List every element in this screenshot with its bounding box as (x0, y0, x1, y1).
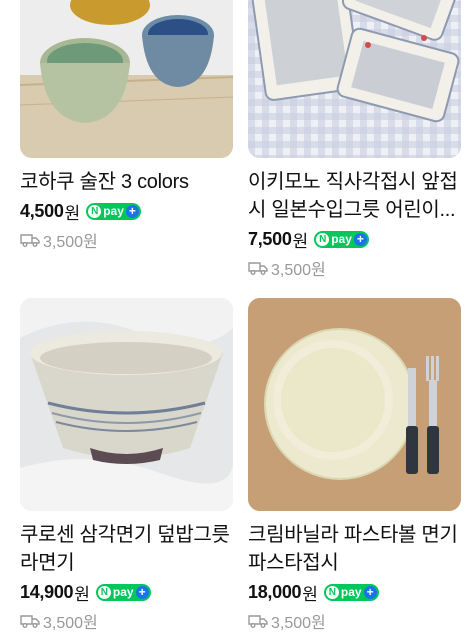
npay-badge: N pay + (95, 583, 151, 601)
naver-n-icon: N (325, 585, 339, 599)
shipping-fee: 3,500원 (248, 609, 461, 633)
shipping-fee: 3,500원 (20, 228, 233, 252)
product-image[interactable] (20, 298, 233, 511)
truck-icon (248, 262, 268, 275)
npay-badge: N pay + (86, 202, 141, 220)
product-price: 18,000 (248, 581, 302, 602)
product-card[interactable]: 쿠로센 삼각면기 덮밥그릇 라면기 14,900 원 N pay + 3,500… (20, 298, 233, 633)
product-title[interactable]: 쿠로센 삼각면기 덮밥그릇 라면기 (20, 521, 233, 577)
npay-label: pay (340, 585, 362, 599)
currency-label: 원 (292, 231, 309, 251)
currency-label: 원 (302, 584, 318, 604)
naver-n-icon: N (88, 204, 102, 218)
truck-icon (248, 615, 268, 628)
currency-label: 원 (74, 584, 90, 604)
product-title[interactable]: 코하쿠 술잔 3 colors (20, 168, 233, 196)
truck-icon (20, 615, 40, 628)
price-row: 18,000 원 N pay + (248, 579, 461, 605)
npay-label: pay (331, 232, 352, 246)
product-title[interactable]: 이키모노 직사각접시 앞접시 일본수입그릇 어린이... (248, 168, 461, 224)
product-price: 14,900 (20, 581, 74, 602)
naver-n-icon: N (97, 585, 111, 599)
npay-label: pay (112, 585, 134, 599)
shipping-amount: 3,500원 (271, 615, 326, 632)
plus-icon: + (125, 204, 139, 218)
product-card[interactable]: 코하쿠 술잔 3 colors 4,500 원 N pay + 3,500원 (20, 0, 233, 252)
product-image[interactable] (248, 0, 461, 158)
product-image[interactable] (20, 0, 233, 158)
price-row: 14,900 원 N pay + (20, 579, 233, 605)
truck-icon (20, 234, 40, 247)
product-grid: 코하쿠 술잔 3 colors 4,500 원 N pay + 3,500원 이… (0, 0, 470, 641)
product-image[interactable] (248, 298, 461, 511)
shipping-amount: 3,500원 (43, 615, 98, 632)
naver-n-icon: N (316, 232, 330, 246)
npay-badge: N pay + (314, 230, 369, 248)
shipping-fee: 3,500원 (248, 256, 461, 280)
shipping-amount: 3,500원 (271, 262, 326, 279)
shipping-fee: 3,500원 (20, 609, 233, 633)
npay-badge: N pay + (323, 583, 379, 601)
product-card[interactable]: 크림바닐라 파스타볼 면기 파스타접시 18,000 원 N pay + 3,5… (248, 298, 461, 633)
npay-label: pay (103, 204, 124, 218)
plus-icon: + (363, 585, 377, 599)
product-price: 4,500 (20, 200, 64, 221)
product-price: 7,500 (248, 228, 292, 249)
price-row: 7,500 원 N pay + (248, 226, 461, 252)
currency-label: 원 (64, 203, 81, 223)
price-row: 4,500 원 N pay + (20, 198, 233, 224)
product-title[interactable]: 크림바닐라 파스타볼 면기 파스타접시 (248, 521, 461, 577)
product-card[interactable]: 이키모노 직사각접시 앞접시 일본수입그릇 어린이... 7,500 원 N p… (248, 0, 461, 280)
shipping-amount: 3,500원 (43, 234, 98, 251)
plus-icon: + (135, 585, 149, 599)
plus-icon: + (353, 232, 367, 246)
